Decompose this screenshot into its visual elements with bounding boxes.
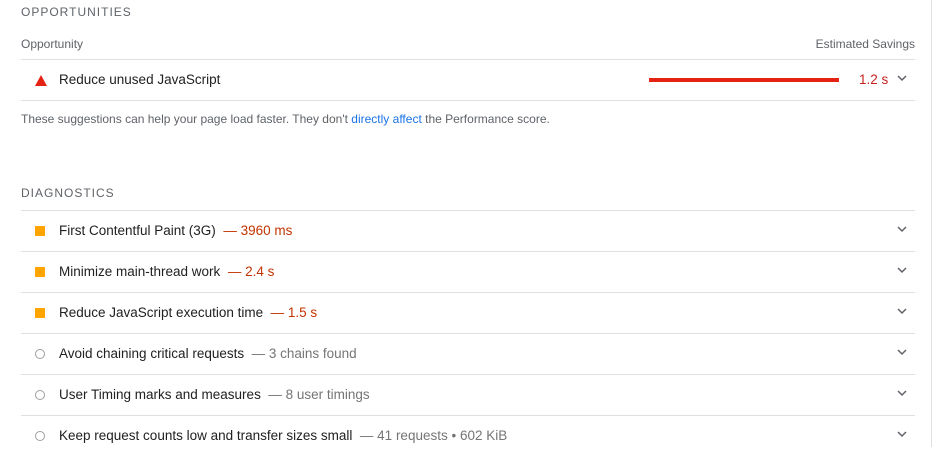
audit-title-text: User Timing marks and measures [59, 387, 261, 402]
info-circle-icon [35, 390, 45, 400]
orange-square-icon [35, 267, 45, 277]
audit-reduce-unused-javascript[interactable]: Reduce unused JavaScript 1.2 s [21, 60, 915, 100]
audit-user-timing-marks-and-measures[interactable]: User Timing marks and measures — 8 user … [21, 375, 915, 415]
audit-first-contentful-paint-3g[interactable]: First Contentful Paint (3G) — 3960 ms [21, 211, 915, 251]
audit-title: User Timing marks and measures — 8 user … [59, 387, 370, 402]
lighthouse-report-panel: OPPORTUNITIES Opportunity Estimated Savi… [0, 0, 932, 447]
estimated-savings-column-header: Estimated Savings [815, 37, 915, 51]
note-text: the Performance score. [421, 112, 550, 126]
audit-title: Keep request counts low and transfer siz… [59, 428, 507, 443]
audit-value: — 8 user timings [268, 387, 370, 402]
audit-title-text: Reduce JavaScript execution time [59, 305, 264, 320]
audit-title: Minimize main-thread work — 2.4 s [59, 264, 274, 279]
opportunities-note: These suggestions can help your page loa… [21, 112, 550, 126]
chevron-down-icon[interactable] [895, 427, 909, 441]
audit-value: — 1.5 s [270, 305, 318, 320]
audit-reduce-javascript-execution-time[interactable]: Reduce JavaScript execution time — 1.5 s [21, 293, 915, 333]
orange-square-icon [35, 308, 45, 318]
opportunities-table-header: Opportunity Estimated Savings [21, 37, 915, 59]
audit-value: — 3 chains found [251, 346, 357, 361]
chevron-down-icon[interactable] [895, 345, 909, 359]
directly-affect-link[interactable]: directly affect [351, 112, 421, 126]
audit-title-text: Keep request counts low and transfer siz… [59, 428, 353, 443]
diagnostics-section-title: DIAGNOSTICS [21, 186, 115, 200]
chevron-down-icon[interactable] [895, 263, 909, 277]
orange-square-icon [35, 226, 45, 236]
chevron-down-icon[interactable] [895, 304, 909, 318]
chevron-down-icon[interactable] [895, 386, 909, 400]
chevron-down-icon[interactable] [895, 71, 909, 85]
audit-title: Avoid chaining critical requests — 3 cha… [59, 346, 357, 361]
note-text: These suggestions can help your page loa… [21, 112, 352, 126]
audit-keep-request-counts-low[interactable]: Keep request counts low and transfer siz… [21, 416, 915, 456]
savings-bar [649, 78, 839, 82]
audit-title-text: Avoid chaining critical requests [59, 346, 245, 361]
audit-value: — 2.4 s [227, 264, 275, 279]
audit-title: Reduce unused JavaScript [59, 72, 221, 87]
info-circle-icon [35, 349, 45, 359]
info-circle-icon [35, 431, 45, 441]
audit-title: First Contentful Paint (3G) — 3960 ms [59, 223, 292, 238]
opportunities-section-title: OPPORTUNITIES [21, 5, 132, 19]
audit-value: — 41 requests • 602 KiB [359, 428, 508, 443]
chevron-down-icon[interactable] [895, 222, 909, 236]
audit-value: — 3960 ms [223, 223, 293, 238]
audit-title: Reduce JavaScript execution time — 1.5 s [59, 305, 317, 320]
warning-triangle-icon [35, 75, 47, 86]
divider [21, 100, 915, 101]
opportunity-column-header: Opportunity [21, 37, 84, 51]
audit-minimize-main-thread-work[interactable]: Minimize main-thread work — 2.4 s [21, 252, 915, 292]
audit-avoid-chaining-critical-requests[interactable]: Avoid chaining critical requests — 3 cha… [21, 334, 915, 374]
audit-title-text: Minimize main-thread work [59, 264, 221, 279]
audit-title-text: First Contentful Paint (3G) [59, 223, 216, 238]
savings-value: 1.2 s [859, 72, 889, 87]
